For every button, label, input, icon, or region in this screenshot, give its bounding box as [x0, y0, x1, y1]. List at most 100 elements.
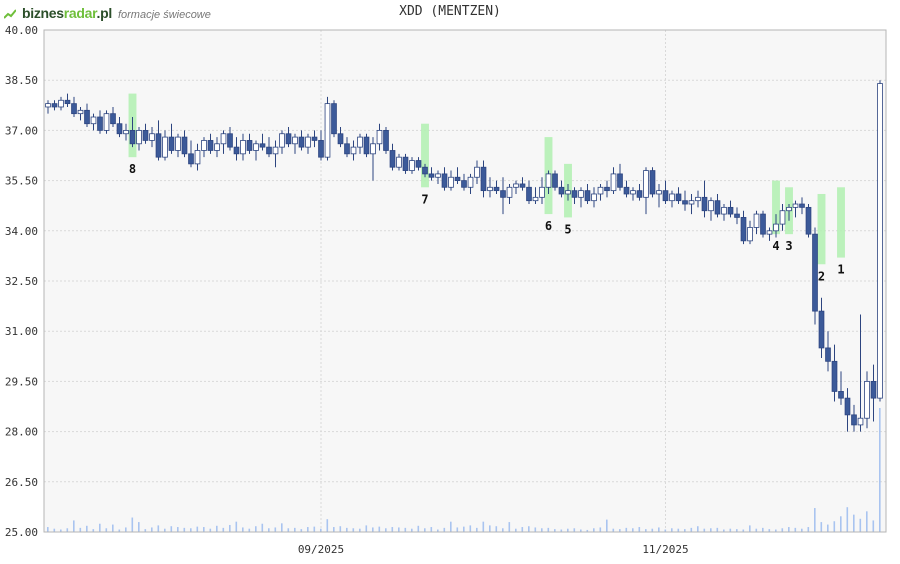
pattern-label: 6 [545, 219, 552, 233]
candle-body [701, 196, 708, 212]
candle-body [461, 180, 467, 188]
volume-bar [261, 523, 264, 532]
pattern-label: 7 [421, 192, 428, 206]
volume-bar [879, 408, 881, 532]
y-tick-label: 37.00 [5, 124, 38, 137]
candle-body [591, 193, 597, 202]
volume-bar [138, 522, 140, 532]
candle-body [487, 186, 493, 192]
candle-body [272, 146, 279, 155]
candle-body [402, 156, 409, 171]
volume-bar [573, 528, 576, 532]
candle-body [818, 310, 825, 349]
candle-body [623, 186, 630, 195]
volume-bar [346, 527, 348, 532]
x-tick-label: 11/2025 [642, 543, 688, 556]
volume-bar [151, 527, 153, 532]
candle-body [838, 391, 844, 399]
volume-bar [281, 523, 283, 532]
volume-bar [456, 527, 459, 532]
candle-body [851, 414, 857, 426]
candle-body [545, 173, 552, 188]
candle-body [259, 143, 266, 148]
volume-bar [697, 526, 699, 532]
candle-body [630, 190, 636, 195]
candle-body [344, 143, 350, 155]
volume-bar [547, 527, 550, 532]
candle-body [220, 133, 227, 145]
volume-bar [131, 517, 134, 532]
candle-body [643, 170, 649, 198]
candle-body [441, 173, 448, 188]
candle-body [175, 136, 181, 151]
volume-bar [112, 524, 114, 532]
volume-bar [443, 527, 446, 532]
y-tick-label: 35.50 [5, 175, 38, 188]
candle-body [279, 133, 285, 148]
chart-title: XDD (MENTZEN) [399, 4, 501, 19]
volume-bar [79, 527, 82, 532]
candle-body [64, 99, 71, 105]
candle-body [454, 176, 461, 181]
volume-bar [781, 528, 784, 532]
candle-body [662, 190, 669, 202]
candle-body [207, 140, 214, 151]
candle-body [766, 230, 773, 235]
candle-body [493, 186, 500, 192]
candle-body [597, 186, 604, 195]
volume-bar [294, 527, 296, 532]
volume-bar [105, 528, 108, 532]
volume-bar [482, 521, 485, 532]
candle-body [714, 200, 721, 215]
candle-body [90, 116, 97, 125]
candle-body [812, 233, 818, 312]
volume-bar [424, 528, 426, 532]
candle-body [350, 146, 357, 155]
volume-bar [749, 525, 751, 532]
pattern-label: 4 [772, 239, 779, 253]
candle-body [337, 133, 344, 145]
candle-body [584, 190, 591, 202]
candle-body [831, 360, 838, 392]
candle-body [480, 166, 487, 192]
pattern-highlight [837, 187, 845, 258]
candle-body [682, 200, 688, 205]
candle-body [727, 206, 734, 215]
volume-bar [476, 527, 478, 532]
candle-body [233, 146, 240, 155]
volume-bar [606, 519, 608, 532]
volume-bar [333, 527, 335, 532]
candle-body [103, 113, 110, 131]
candle-body [870, 380, 877, 399]
candle-body [415, 160, 422, 168]
volume-bar [125, 527, 127, 532]
candle-body [324, 103, 331, 158]
candle-body [474, 166, 480, 178]
volume-bar [859, 518, 862, 532]
volume-bar [690, 527, 693, 532]
candle-body [194, 150, 201, 165]
pattern-label: 1 [837, 263, 844, 277]
volume-bar [73, 520, 75, 532]
pattern-label: 8 [129, 162, 136, 176]
volume-bar [671, 528, 673, 532]
candle-body [227, 133, 233, 148]
candle-body [298, 136, 305, 148]
pattern-label: 2 [818, 269, 825, 283]
volume-bar [157, 525, 160, 532]
candlestick-chart: 876 54 32 1 40.0038.5037.0035.5034.0032.503… [5, 24, 887, 556]
candle-body [84, 109, 90, 125]
candle-body [578, 190, 584, 198]
candle-body [721, 206, 727, 215]
candle-body [253, 143, 259, 151]
candle-body [786, 206, 792, 212]
volume-bar [846, 507, 849, 532]
candle-body [669, 193, 675, 202]
volume-bar [378, 526, 381, 532]
volume-bar [593, 528, 595, 532]
candle-body [604, 186, 610, 192]
candle-body [188, 153, 194, 165]
candle-body [500, 190, 506, 198]
candle-body [610, 173, 617, 192]
volume-bar [170, 526, 173, 532]
